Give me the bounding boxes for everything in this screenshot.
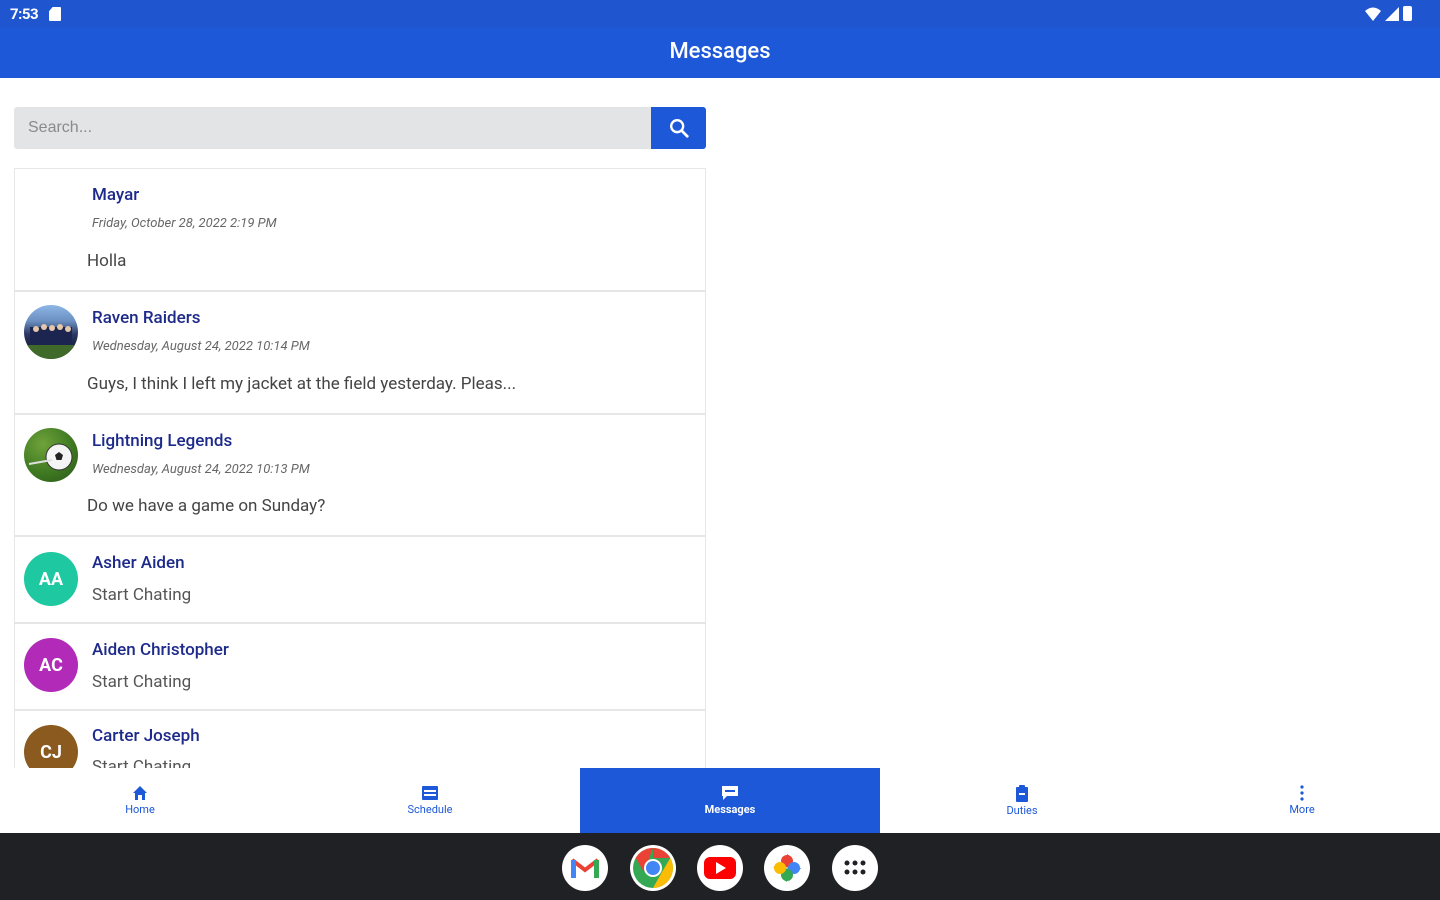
app-drawer-button[interactable] <box>832 845 878 891</box>
conversation-name: Lightning Legends <box>92 431 233 451</box>
conversation-preview: Start Chating <box>92 672 192 692</box>
avatar: CJ <box>24 725 78 768</box>
nav-more[interactable]: More <box>1164 768 1440 833</box>
avatar: AA <box>24 552 78 606</box>
nav-messages-label: Messages <box>704 803 756 816</box>
soccer-ball-icon <box>28 443 73 471</box>
system-dock <box>0 833 1440 900</box>
conversation-date: Wednesday, August 24, 2022 10:14 PM <box>92 339 310 354</box>
search-button[interactable] <box>651 107 706 149</box>
photos-icon <box>773 854 801 882</box>
youtube-icon <box>704 857 736 879</box>
home-icon <box>133 786 147 800</box>
bottom-nav: Home Schedule Messages Duties More <box>0 768 1440 833</box>
signal-icon <box>1385 6 1399 21</box>
team-avatar-image <box>24 428 78 482</box>
status-icons <box>1365 6 1412 21</box>
conversation-name: Raven Raiders <box>92 308 201 328</box>
conversation-name: Carter Joseph <box>92 726 200 746</box>
conversation-item[interactable]: Lightning Legends Wednesday, August 24, … <box>14 414 706 536</box>
conversation-name: Mayar <box>92 185 140 205</box>
sd-card-icon <box>49 7 61 21</box>
app-bar: Messages <box>0 28 1440 78</box>
status-bar: 7:53 <box>0 0 1440 28</box>
search-icon <box>669 119 689 138</box>
conversation-preview: Holla <box>87 251 127 271</box>
nav-duties-label: Duties <box>1006 803 1038 817</box>
chrome-icon <box>633 848 673 888</box>
wifi-icon <box>1365 7 1381 21</box>
conversation-item[interactable]: AA Asher Aiden Start Chating <box>14 536 706 623</box>
search-input[interactable] <box>14 107 651 149</box>
conversation-date: Friday, October 28, 2022 2:19 PM <box>92 216 277 231</box>
conversation-preview: Guys, I think I left my jacket at the fi… <box>87 374 517 394</box>
conversation-date: Wednesday, August 24, 2022 10:13 PM <box>92 462 310 477</box>
conversation-preview: Do we have a game on Sunday? <box>87 496 326 516</box>
conversation-preview: Start Chating <box>92 585 192 605</box>
status-time: 7:53 <box>10 5 39 23</box>
conversation-item[interactable]: AC Aiden Christopher Start Chating <box>14 623 706 710</box>
nav-home[interactable]: Home <box>0 768 280 833</box>
page-title: Messages <box>669 39 771 64</box>
team-photo-icon <box>28 324 74 359</box>
conversation-item[interactable]: Raven Raiders Wednesday, August 24, 2022… <box>14 291 706 414</box>
chat-icon <box>722 786 738 800</box>
clipboard-icon <box>1016 784 1028 802</box>
schedule-icon <box>422 786 438 800</box>
conversation-preview: Start Chating <box>92 757 192 768</box>
nav-more-label: More <box>1289 803 1315 816</box>
gmail-app-icon[interactable] <box>562 845 608 891</box>
conversation-name: Asher Aiden <box>92 553 185 573</box>
conversation-list: Mayar Friday, October 28, 2022 2:19 PM H… <box>14 168 706 768</box>
search-bar <box>14 107 706 149</box>
battery-icon <box>1403 6 1412 21</box>
nav-messages[interactable]: Messages <box>580 768 880 833</box>
nav-schedule-label: Schedule <box>407 803 453 816</box>
nav-schedule[interactable]: Schedule <box>280 768 580 833</box>
nav-duties[interactable]: Duties <box>880 768 1164 833</box>
conversation-name: Aiden Christopher <box>92 640 229 660</box>
conversation-item[interactable]: Mayar Friday, October 28, 2022 2:19 PM H… <box>14 168 706 291</box>
youtube-app-icon[interactable] <box>697 845 743 891</box>
team-avatar-image <box>24 305 78 359</box>
gmail-icon <box>570 858 600 878</box>
chrome-app-icon[interactable] <box>630 845 676 891</box>
avatar: AC <box>24 638 78 692</box>
photos-app-icon[interactable] <box>764 845 810 891</box>
more-vert-icon <box>1300 785 1304 801</box>
app-grid-icon <box>844 860 866 875</box>
nav-home-label: Home <box>125 803 155 816</box>
conversation-item[interactable]: CJ Carter Joseph Start Chating <box>14 710 706 768</box>
